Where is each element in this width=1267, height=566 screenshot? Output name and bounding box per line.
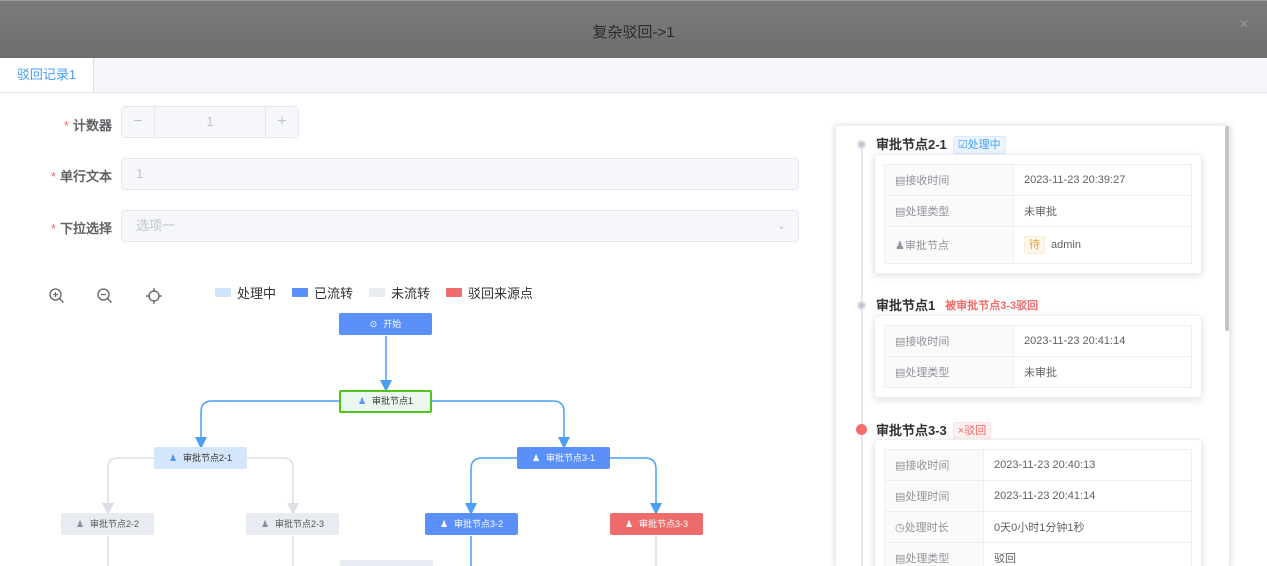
detail-value: 2023-11-23 20:40:13: [983, 449, 1192, 481]
play-icon: ⊙: [369, 319, 378, 329]
timeline-item-title: 审批节点1 被审批节点3-3驳回: [876, 298, 1042, 314]
detail-key: ▤处理类型: [884, 356, 1014, 388]
detail-key: ▤处理类型: [884, 195, 1014, 227]
user-icon: ♟: [357, 396, 367, 406]
flow-node-approval-1[interactable]: ♟ 审批节点1: [339, 390, 432, 413]
user-icon: ♟: [260, 519, 270, 529]
timeline-dot: [857, 140, 866, 149]
timeline-dot: [857, 301, 866, 310]
detail-key: ▤处理类型: [884, 542, 984, 566]
flow-node-approval-3-3[interactable]: ♟ 审批节点3-3: [610, 513, 703, 535]
timeline-card: ▤接收时间 2023-11-23 20:41:14 ▤处理类型 未审批: [874, 315, 1202, 398]
user-icon: ♟: [75, 519, 85, 529]
dialog-title: 复杂驳回->1: [592, 24, 675, 41]
user-icon: ♟: [168, 453, 178, 463]
user-icon: ♟: [624, 519, 634, 529]
flow-edges: [102, 336, 662, 566]
detail-value: 未审批: [1013, 356, 1192, 388]
timeline-card: ▤接收时间 2023-11-23 20:39:27 ▤处理类型 未审批 ♟审批节点待…: [874, 154, 1202, 274]
timeline-card: ▤接收时间 2023-11-23 20:40:13 ▤处理时间 2023-11-23…: [874, 439, 1202, 566]
detail-value: 2023-11-23 20:41:14: [983, 480, 1192, 512]
detail-value: 2023-11-23 20:41:14: [1013, 325, 1192, 357]
pending-badge: 待: [1024, 236, 1045, 254]
detail-key: ◷处理时长: [884, 511, 984, 543]
detail-key: ♟审批节点: [884, 226, 1014, 264]
user-icon: ♟: [531, 453, 541, 463]
detail-value: 未审批: [1013, 195, 1192, 227]
detail-key: ▤接收时间: [884, 325, 1014, 357]
close-icon[interactable]: ×: [1240, 17, 1249, 33]
detail-value: 驳回: [983, 542, 1192, 566]
status-badge: ☑处理中: [952, 136, 1006, 154]
status-badge: ×驳回: [952, 422, 992, 440]
detail-key: ▤接收时间: [884, 449, 984, 481]
timeline-line: [861, 148, 863, 566]
detail-value: 2023-11-23 20:39:27: [1013, 164, 1192, 196]
user-icon: ♟: [439, 519, 449, 529]
flow-node-start[interactable]: ⊙ 开始: [339, 313, 432, 335]
timeline-item-title: 审批节点3-3 ×驳回: [876, 422, 992, 440]
flow-node-approval-2-1[interactable]: ♟ 审批节点2-1: [154, 447, 247, 469]
flow-node-approval-2-3[interactable]: ♟ 审批节点2-3: [246, 513, 339, 535]
flow-node-approval-3-1[interactable]: ♟ 审批节点3-1: [517, 447, 610, 469]
detail-value: 待 admin: [1013, 226, 1192, 264]
error-icon: [856, 424, 867, 435]
detail-key: ▤处理时间: [884, 480, 984, 512]
detail-key: ▤接收时间: [884, 164, 1014, 196]
dialog-header: 复杂驳回->1 ×: [0, 0, 1267, 59]
flow-node-approval-2-2[interactable]: ♟ 审批节点2-2: [61, 513, 154, 535]
detail-value: 0天0小时1分钟1秒: [983, 511, 1192, 543]
timeline-item-title: 审批节点2-1 ☑处理中: [876, 136, 1006, 154]
scrollbar-thumb[interactable]: [1225, 126, 1229, 331]
dialog-body: 驳回记录1 * 计数器 − 1 + * 单行文本 1 * 下拉选择 选项一 ⌄ 处理中…: [0, 58, 1267, 566]
flow-node-approval-3-2[interactable]: ♟ 审批节点3-2: [425, 513, 518, 535]
status-badge: 被审批节点3-3驳回: [945, 300, 1039, 312]
